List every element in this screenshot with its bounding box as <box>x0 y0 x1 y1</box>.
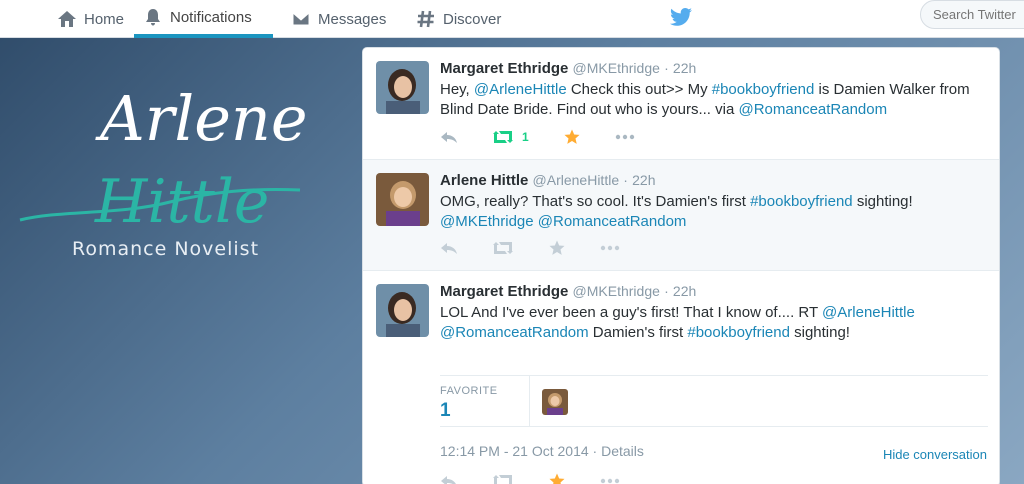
bell-icon <box>142 6 164 28</box>
tweet-actions <box>440 238 654 258</box>
tweet[interactable]: Arlene Hittle @ArleneHittle · 22h OMG, r… <box>363 160 999 271</box>
reply-icon <box>441 476 456 484</box>
nav-messages[interactable]: Messages <box>282 0 394 38</box>
retweet-count: 1 <box>522 130 529 144</box>
author-name[interactable]: Margaret Ethridge <box>440 60 568 77</box>
nav-discover[interactable]: Discover <box>407 0 509 38</box>
brand-tagline: Romance Novelist <box>72 238 260 260</box>
favorite-label: FAVORITE <box>440 385 498 397</box>
tweet-expanded[interactable]: Margaret Ethridge @MKEthridge · 22h LOL … <box>363 271 999 484</box>
tweet-text: Hey, @ArleneHittle Check this out>> My #… <box>440 80 990 120</box>
more-button[interactable] <box>600 478 620 484</box>
ellipsis-icon <box>600 245 620 251</box>
brand-first-name: Arlene <box>95 82 308 155</box>
tweet-text: LOL And I've ever been a guy's first! Th… <box>440 303 990 343</box>
tweet-text-part: Hey, <box>440 81 474 98</box>
retweet-icon <box>493 475 513 484</box>
favorite-button[interactable] <box>563 129 581 145</box>
reply-icon <box>441 243 457 254</box>
hide-conversation-link[interactable]: Hide conversation <box>883 447 987 462</box>
ellipsis-icon <box>615 134 634 140</box>
retweet-icon <box>493 242 513 254</box>
tweet-time[interactable]: 22h <box>673 283 696 299</box>
tweet-text-part: sighting! <box>852 193 913 210</box>
retweet-button[interactable]: 1 <box>492 129 529 145</box>
star-icon <box>549 240 565 255</box>
top-nav-bar: Home Notifications Messages Discover <box>0 0 1024 38</box>
tweet-time[interactable]: 22h <box>632 172 655 188</box>
brand-last-name: Hittle <box>94 167 269 237</box>
ellipsis-icon <box>600 478 620 484</box>
hashtag-link[interactable]: #bookboyfriend <box>750 193 853 210</box>
avatar[interactable] <box>376 284 429 337</box>
tweet-timestamp: 12:14 PM - 21 Oct 2014 <box>440 443 589 459</box>
home-icon <box>56 8 78 30</box>
tweet-text-part: Damien's first <box>588 324 688 341</box>
nav-notifications-label: Notifications <box>170 8 252 26</box>
nav-discover-label: Discover <box>443 10 502 28</box>
retweet-icon <box>493 131 513 143</box>
tweet-text-part: Check this out>> My <box>566 81 712 98</box>
author-handle[interactable]: @ArleneHittle <box>533 172 620 188</box>
reply-button[interactable] <box>440 473 458 484</box>
mention-link[interactable]: @RomanceatRandom <box>538 213 687 230</box>
more-button[interactable] <box>600 245 620 251</box>
tweet-header: Margaret Ethridge @MKEthridge · 22h <box>440 60 696 77</box>
author-name[interactable]: Margaret Ethridge <box>440 283 568 300</box>
mention-link[interactable]: @RomanceatRandom <box>738 101 887 118</box>
tweet-text-part: sighting! <box>789 324 850 341</box>
reply-icon <box>441 132 457 143</box>
author-handle[interactable]: @MKEthridge <box>573 60 660 76</box>
twitter-bird-icon[interactable] <box>669 5 693 29</box>
tweet-meta: 12:14 PM - 21 Oct 2014 · Details <box>440 443 644 459</box>
nav-notifications[interactable]: Notifications <box>134 0 273 38</box>
favorite-button[interactable] <box>548 240 566 256</box>
avatar[interactable] <box>376 173 429 226</box>
nav-home-label: Home <box>84 10 125 28</box>
nav-home[interactable]: Home <box>48 0 132 38</box>
conversation-panel: Margaret Ethridge @MKEthridge · 22h Hey,… <box>362 47 1000 484</box>
author-name[interactable]: Arlene Hittle <box>440 172 528 189</box>
separator: · <box>664 60 669 76</box>
separator: · <box>623 172 628 188</box>
tweet[interactable]: Margaret Ethridge @MKEthridge · 22h Hey,… <box>363 48 999 160</box>
favoriter-avatar[interactable] <box>542 389 568 415</box>
search-input[interactable] <box>920 0 1024 29</box>
star-icon <box>564 129 580 144</box>
mention-link[interactable]: @ArleneHittle <box>474 81 567 98</box>
details-link[interactable]: Details <box>601 443 644 459</box>
tweet-header: Arlene Hittle @ArleneHittle · 22h <box>440 172 655 189</box>
mention-link[interactable]: @ArleneHittle <box>822 304 915 321</box>
mention-link[interactable]: @MKEthridge <box>440 213 534 230</box>
separator: · <box>664 283 669 299</box>
hashtag-link[interactable]: #bookboyfriend <box>687 324 790 341</box>
favorite-button[interactable] <box>548 473 566 484</box>
envelope-icon <box>290 8 312 30</box>
mention-link[interactable]: @RomanceatRandom <box>440 324 589 341</box>
author-handle[interactable]: @MKEthridge <box>573 283 660 299</box>
separator: · <box>592 443 602 459</box>
retweet-button[interactable] <box>492 473 514 484</box>
reply-button[interactable] <box>440 240 458 256</box>
nav-messages-label: Messages <box>318 10 387 28</box>
favorite-count: 1 <box>440 400 451 421</box>
hashtag-link[interactable]: #bookboyfriend <box>712 81 815 98</box>
tweet-actions <box>440 471 654 484</box>
tweet-text: OMG, really? That's so cool. It's Damien… <box>440 192 990 232</box>
tweet-stats: FAVORITE 1 <box>440 375 988 427</box>
retweet-button[interactable] <box>492 240 514 256</box>
divider <box>529 376 530 427</box>
tweet-time[interactable]: 22h <box>673 60 696 76</box>
hashtag-icon <box>415 8 437 30</box>
tweet-header: Margaret Ethridge @MKEthridge · 22h <box>440 283 696 300</box>
tweet-actions: 1 <box>440 127 669 147</box>
tweet-text-part: OMG, really? That's so cool. It's Damien… <box>440 193 751 210</box>
avatar[interactable] <box>376 61 429 114</box>
reply-button[interactable] <box>440 129 458 145</box>
star-icon <box>549 473 565 484</box>
more-button[interactable] <box>615 134 635 140</box>
tweet-text-part: LOL And I've ever been a guy's first! Th… <box>440 304 823 321</box>
